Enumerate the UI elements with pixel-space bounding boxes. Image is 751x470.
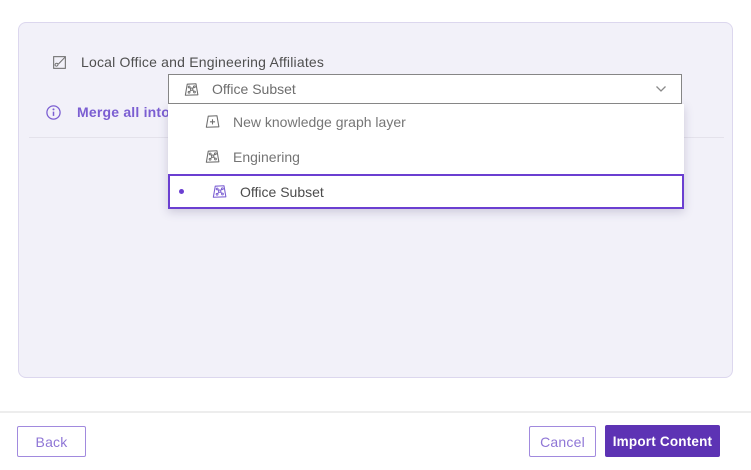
knowledge-graph-layer-icon xyxy=(204,148,221,165)
menu-item-new-knowledge-graph-layer[interactable]: New knowledge graph layer xyxy=(168,104,684,139)
footer-divider xyxy=(0,411,751,413)
knowledge-graph-layer-icon xyxy=(183,81,200,98)
merge-target-select[interactable]: Office Subset xyxy=(168,74,682,104)
merge-target-menu: New knowledge graph layer Enginering Off… xyxy=(168,104,684,209)
combobox-selected-value: Office Subset xyxy=(212,81,643,97)
merge-row: Merge all into xyxy=(45,103,170,121)
menu-item-office-subset[interactable]: Office Subset xyxy=(168,174,684,209)
menu-item-enginering[interactable]: Enginering xyxy=(168,139,684,174)
merge-all-into-label: Merge all into xyxy=(77,104,170,120)
menu-item-label: Enginering xyxy=(233,149,300,165)
menu-item-label: New knowledge graph layer xyxy=(233,114,406,130)
dataset-row: Local Office and Engineering Affiliates xyxy=(51,53,324,71)
chevron-down-icon[interactable] xyxy=(655,85,667,93)
cancel-button[interactable]: Cancel xyxy=(529,426,596,457)
menu-item-label: Office Subset xyxy=(240,184,324,200)
import-content-button[interactable]: Import Content xyxy=(605,425,720,457)
dataset-layer-icon xyxy=(51,54,68,71)
knowledge-graph-layer-icon xyxy=(211,183,228,200)
back-button[interactable]: Back xyxy=(17,426,86,457)
dataset-label: Local Office and Engineering Affiliates xyxy=(81,54,324,70)
selected-dot xyxy=(179,189,184,194)
info-icon[interactable] xyxy=(45,104,62,121)
new-knowledge-graph-layer-icon xyxy=(204,113,221,130)
